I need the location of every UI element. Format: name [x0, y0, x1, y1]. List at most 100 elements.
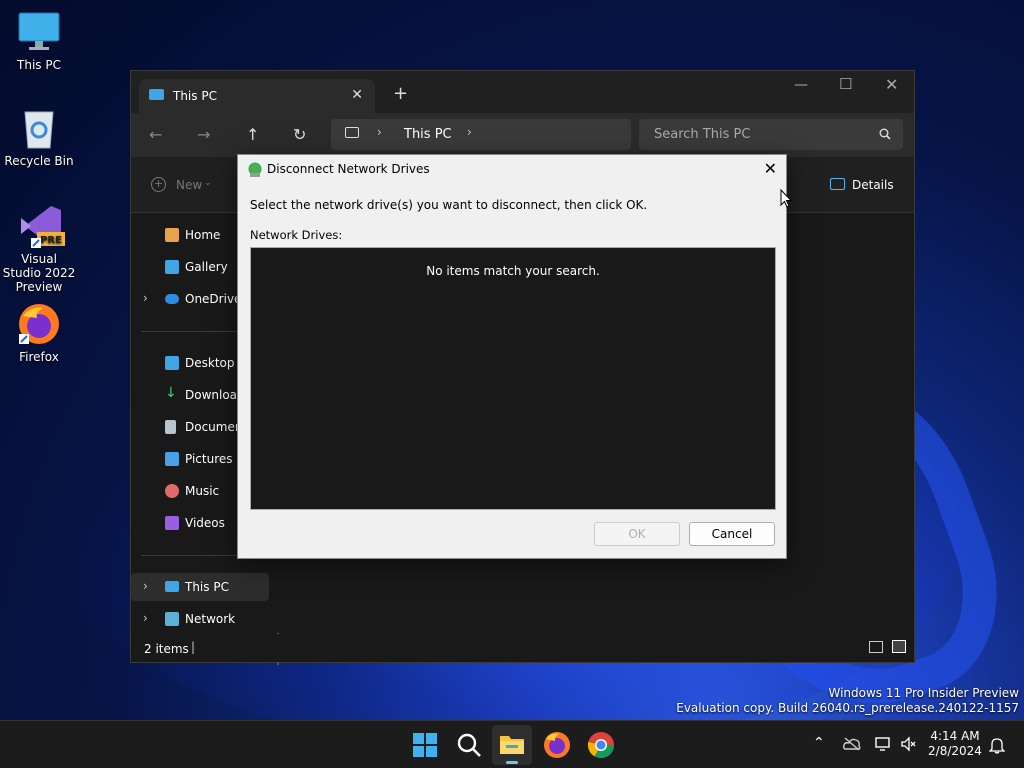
mouse-cursor-icon: [780, 189, 792, 208]
new-tab-button[interactable]: +: [393, 83, 408, 104]
clock-date: 2/8/2024: [928, 744, 982, 758]
this-pc-icon: [149, 89, 164, 100]
tab-title: This PC: [173, 89, 217, 103]
forward-button[interactable]: →: [197, 125, 210, 144]
system-clock[interactable]: 4:14 AM 2/8/2024: [920, 729, 990, 759]
chevron-down-icon: ⌄: [204, 178, 212, 188]
status-separator: |: [191, 640, 196, 654]
sidebar-item-this-pc[interactable]: › This PC: [131, 573, 269, 601]
clock-time: 4:14 AM: [930, 729, 980, 743]
gallery-icon: [165, 260, 179, 274]
chevron-right-icon: ›: [377, 125, 382, 139]
sidebar-item-label: Download: [185, 388, 245, 402]
onedrive-icon: [165, 294, 179, 304]
desktop-icon-firefox[interactable]: Firefox: [1, 302, 77, 364]
downloads-icon: ↓: [165, 385, 177, 401]
item-count: 2 items: [144, 642, 189, 656]
new-icon: +: [151, 177, 166, 192]
network-icon: [165, 612, 179, 626]
file-explorer-taskbar-button[interactable]: [492, 725, 532, 765]
recycle-bin-icon: [17, 106, 61, 150]
tab-this-pc[interactable]: This PC ✕: [139, 79, 375, 113]
network-drive-icon: [248, 162, 262, 177]
monitor-icon: [17, 10, 61, 54]
navigation-bar: ← → ↑ ↻ › This PC › Search This PC: [131, 113, 914, 157]
sidebar-item-label: Network: [185, 612, 236, 626]
windows-start-icon[interactable]: [410, 730, 440, 760]
this-pc-icon: [165, 581, 179, 592]
evaluation-watermark: Windows 11 Pro Insider Preview Evaluatio…: [676, 686, 1019, 716]
desktop-icon-label: This PC: [17, 58, 61, 72]
search-icon[interactable]: [454, 730, 484, 760]
onedrive-offline-icon[interactable]: [843, 737, 861, 751]
visual-studio-icon: PRE: [17, 204, 65, 248]
refresh-button[interactable]: ↻: [293, 125, 306, 144]
music-icon: [165, 484, 179, 498]
dialog-title: Disconnect Network Drives: [267, 162, 430, 176]
search-placeholder: Search This PC: [654, 127, 751, 142]
taskbar: ⌃ 4:14 AM 2/8/2024: [0, 720, 1024, 768]
up-button[interactable]: ↑: [246, 125, 259, 144]
desktop-icon-visual-studio[interactable]: PRE Visual Studio 2022 Preview: [1, 204, 77, 294]
close-icon[interactable]: ✕: [764, 159, 777, 178]
desktop-icon-label: Visual Studio 2022 Preview: [2, 252, 76, 294]
ok-button[interactable]: OK: [594, 522, 680, 546]
disconnect-network-drives-dialog[interactable]: Disconnect Network Drives ✕ Select the n…: [237, 154, 787, 559]
sidebar-item-label: Desktop: [185, 356, 235, 370]
computer-icon: [345, 127, 359, 138]
firefox-icon[interactable]: [542, 730, 572, 760]
volume-muted-icon[interactable]: [900, 736, 916, 752]
chrome-icon[interactable]: [586, 730, 616, 760]
sidebar-item-label: Music: [185, 484, 220, 498]
chevron-right-icon[interactable]: ›: [143, 291, 148, 305]
desktop-icon: [165, 356, 179, 370]
desktop-icon-this-pc[interactable]: This PC: [1, 10, 77, 72]
chevron-right-icon[interactable]: ›: [467, 125, 472, 139]
desktop-icon-label: Firefox: [19, 350, 59, 364]
cancel-button[interactable]: Cancel: [689, 522, 775, 546]
sidebar-item-network[interactable]: › Network: [131, 605, 269, 633]
close-tab-icon[interactable]: ✕: [351, 87, 363, 103]
search-box[interactable]: Search This PC: [639, 119, 903, 150]
documents-icon: [165, 420, 176, 434]
active-indicator: [506, 761, 518, 764]
sidebar-item-label: Videos: [185, 516, 225, 530]
desktop-icon-label: Recycle Bin: [4, 154, 74, 168]
sidebar-item-label: Documen: [185, 420, 243, 434]
maximize-button[interactable]: ☐: [839, 75, 852, 93]
watermark-line-2: Evaluation copy. Build 26040.rs_prerelea…: [676, 701, 1019, 715]
chevron-right-icon[interactable]: ›: [143, 579, 148, 593]
back-button[interactable]: ←: [149, 125, 162, 144]
home-icon: [165, 228, 179, 242]
sidebar-item-label: Gallery: [185, 260, 228, 274]
details-view-icon[interactable]: [869, 641, 883, 653]
new-button[interactable]: New: [176, 178, 202, 192]
folder-icon: [500, 736, 524, 754]
search-icon: [879, 128, 891, 140]
chevron-right-icon[interactable]: ›: [143, 611, 148, 625]
sidebar-item-label: Pictures: [185, 452, 233, 466]
videos-icon: [165, 516, 179, 530]
pre-badge: PRE: [40, 235, 62, 246]
address-bar[interactable]: › This PC ›: [331, 119, 631, 150]
status-bar: 2 items |: [131, 634, 914, 662]
pictures-icon: [165, 452, 179, 466]
minimize-button[interactable]: —: [794, 77, 808, 93]
desktop-icon-recycle-bin[interactable]: Recycle Bin: [1, 106, 77, 168]
network-drives-list[interactable]: No items match your search.: [250, 247, 776, 510]
details-button[interactable]: Details: [852, 178, 894, 192]
close-window-button[interactable]: ✕: [885, 75, 898, 94]
sidebar-item-label: This PC: [185, 580, 229, 594]
network-status-icon[interactable]: [875, 736, 891, 752]
firefox-icon: [17, 302, 61, 346]
sidebar-item-label: OneDrive: [185, 292, 242, 306]
show-hidden-icons-chevron-icon[interactable]: ⌃: [813, 735, 825, 751]
address-text: This PC: [404, 127, 452, 142]
network-drives-label: Network Drives:: [250, 228, 343, 242]
large-icons-view-icon[interactable]: [892, 640, 906, 653]
watermark-line-1: Windows 11 Pro Insider Preview: [828, 686, 1019, 700]
details-pane-icon: [830, 178, 845, 190]
title-bar[interactable]: This PC ✕ + — ☐ ✕: [131, 71, 914, 113]
sidebar-item-label: Home: [185, 228, 221, 242]
notification-bell-icon[interactable]: [989, 736, 1005, 754]
